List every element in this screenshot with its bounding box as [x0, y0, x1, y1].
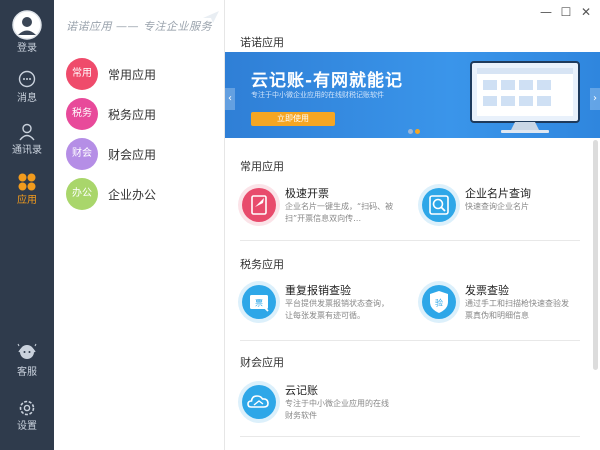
slogan: 诺诺应用 —— 专注企业服务: [66, 20, 212, 33]
svg-text:验: 验: [435, 298, 443, 308]
app-company-card[interactable]: 企业名片查询 快速查询企业名片: [417, 183, 587, 235]
app-invoice-verify[interactable]: 验 发票查验 通过手工和扫描枪快速查验发票真伪和明细信息: [417, 280, 587, 332]
nav-login[interactable]: 登录: [0, 10, 54, 55]
headset-icon: [17, 343, 37, 359]
page-title: 诺诺应用: [240, 36, 284, 49]
app-desc: 企业名片一键生成，“扫码、被扫”开票信息双向传…: [285, 202, 394, 223]
nav-service-label: 客服: [17, 367, 37, 378]
app-desc: 平台提供发票报销状态查询，让每张发票有迹可循。: [285, 299, 389, 320]
scrollbar[interactable]: [593, 140, 598, 370]
carousel-dot-active[interactable]: [415, 129, 420, 134]
nav-messages-label: 消息: [17, 93, 37, 104]
category-badge: 财会: [66, 138, 98, 170]
app-name: 云记账: [285, 384, 318, 397]
left-nav: 登录 消息 通讯录 应用 客服 设置: [0, 0, 54, 450]
nav-messages[interactable]: 消息: [0, 70, 54, 105]
nav-apps-label: 应用: [17, 195, 37, 206]
section-title-accounting: 财会应用: [240, 356, 284, 369]
nav-settings[interactable]: 设置: [0, 398, 54, 433]
app-name: 企业名片查询: [465, 187, 531, 200]
section-title-common: 常用应用: [240, 160, 284, 173]
category-accounting[interactable]: 财会 财会应用: [66, 138, 216, 174]
banner-use-button[interactable]: 立即使用: [251, 112, 335, 126]
section-divider: [240, 436, 580, 437]
category-panel: 诺诺应用 —— 专注企业服务 常用 常用应用 税务 税务应用 财会 财会应用 办…: [54, 0, 225, 450]
svg-text:票: 票: [255, 299, 263, 308]
app-name: 重复报销查验: [285, 284, 351, 297]
nav-settings-label: 设置: [17, 421, 37, 432]
ticket-check-icon: 票: [238, 281, 280, 323]
app-duplicate-check[interactable]: 票 重复报销查验 平台提供发票报销状态查询，让每张发票有迹可循。: [237, 280, 407, 332]
maximize-button[interactable]: ☐: [558, 4, 574, 20]
category-label: 企业办公: [108, 188, 157, 202]
promo-banner[interactable]: ‹ 云记账-有网就能记 专注于中小微企业应用的在线财税记账软件 立即使用 ›: [225, 52, 600, 138]
banner-prev-icon[interactable]: ‹: [225, 88, 235, 110]
category-badge: 办公: [66, 178, 98, 210]
app-desc: 通过手工和扫描枪快速查验发票真伪和明细信息: [465, 299, 569, 320]
category-badge: 税务: [66, 98, 98, 130]
monitor-illustration: [470, 61, 580, 133]
app-name: 发票查验: [465, 284, 509, 297]
app-name: 极速开票: [285, 187, 329, 200]
category-label: 常用应用: [108, 68, 157, 82]
app-fast-invoice[interactable]: 极速开票 企业名片一键生成，“扫码、被扫”开票信息双向传…: [237, 183, 407, 235]
close-button[interactable]: ✕: [578, 4, 594, 20]
invoice-rocket-icon: [238, 184, 280, 226]
section-divider: [240, 240, 580, 241]
category-common[interactable]: 常用 常用应用: [66, 58, 216, 94]
paper-plane-icon: [203, 11, 219, 23]
minimize-button[interactable]: —: [538, 4, 554, 20]
chat-bubble-icon: [18, 70, 36, 88]
shield-verify-icon: 验: [418, 281, 460, 323]
nav-apps[interactable]: 应用: [0, 172, 54, 207]
banner-title: 云记账-有网就能记: [251, 71, 404, 91]
carousel-dot[interactable]: [408, 129, 413, 134]
app-desc: 专注于中小微企业应用的在线财务软件: [285, 399, 389, 420]
search-card-icon: [418, 184, 460, 226]
app-cloud-ledger[interactable]: 云记账 专注于中小微企业应用的在线财务软件: [237, 380, 407, 432]
category-office[interactable]: 办公 企业办公: [66, 178, 216, 214]
nav-contacts[interactable]: 通讯录: [0, 122, 54, 157]
category-badge: 常用: [66, 58, 98, 90]
avatar-icon: [12, 10, 42, 40]
banner-next-icon[interactable]: ›: [590, 88, 600, 110]
person-icon: [19, 123, 35, 141]
nav-service[interactable]: 客服: [0, 342, 54, 379]
nav-login-label: 登录: [17, 43, 37, 54]
gear-icon: [19, 400, 35, 416]
apps-grid-icon: [18, 173, 36, 191]
main-panel: — ☐ ✕ 诺诺应用 ‹ 云记账-有网就能记 专注于中小微企业应用的在线财税记账…: [225, 0, 600, 450]
banner-subtitle: 专注于中小微企业应用的在线财税记账软件: [251, 91, 384, 99]
category-tax[interactable]: 税务 税务应用: [66, 98, 216, 134]
section-divider: [240, 340, 580, 341]
nav-contacts-label: 通讯录: [12, 145, 42, 156]
app-desc: 快速查询企业名片: [465, 202, 529, 211]
section-title-tax: 税务应用: [240, 258, 284, 271]
category-label: 税务应用: [108, 108, 157, 122]
category-label: 财会应用: [108, 148, 157, 162]
cloud-ledger-icon: [238, 381, 280, 423]
